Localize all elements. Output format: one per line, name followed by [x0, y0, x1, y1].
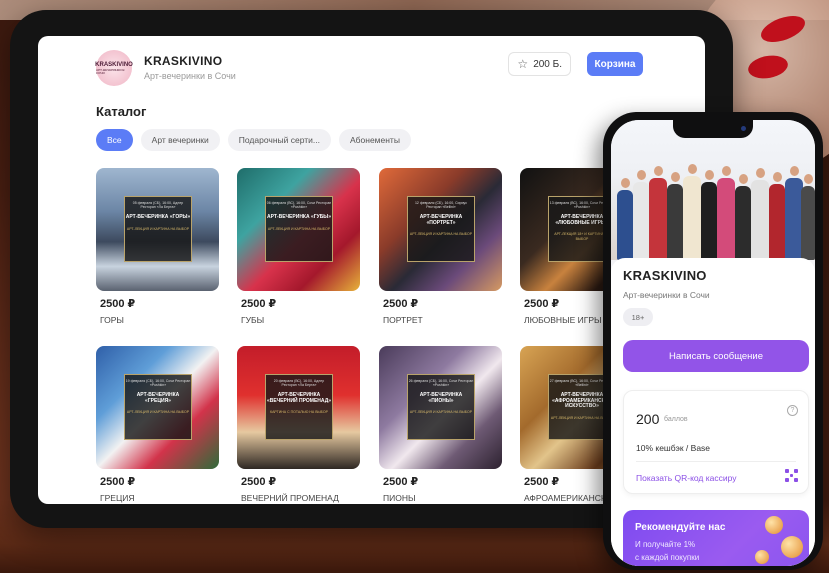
product-price: 2500 ₽ [241, 298, 277, 310]
promo-title: Рекомендуйте нас [635, 522, 726, 533]
product-image[interactable]: 05 февраля (СБ), 16:00, Адлер Ресторан «… [96, 168, 219, 291]
brand-logo[interactable]: KRASKIVINO АРТ-ВЕЧЕРИНКИ В СОЧИ [95, 50, 133, 86]
product-name[interactable]: ГРЕЦИЯ [96, 493, 219, 504]
product-price: 2500 ₽ [383, 298, 419, 310]
product-card[interactable]: 20 февраля (ВС), 16:00, Адлер Ресторан «… [237, 346, 360, 504]
promo-line: И получайте 1% [635, 540, 696, 549]
points-value: 200 [636, 411, 660, 427]
photo-person-head [688, 164, 697, 174]
coin-icon [765, 516, 783, 534]
photo-person-head [671, 172, 680, 182]
photo-person-head [790, 166, 799, 176]
photo-person [683, 176, 701, 260]
product-price: 2500 ₽ [241, 476, 277, 488]
phone-screen: KRASKIVINO Арт-вечеринки в Сочи 18+ Напи… [611, 120, 815, 566]
product-name[interactable]: ГУБЫ [237, 315, 360, 326]
group-photo [611, 120, 815, 260]
event-poster: 05 февраля (СБ), 16:00, Адлер Ресторан «… [124, 196, 192, 262]
coin-icon [781, 536, 803, 558]
qr-code-icon[interactable] [785, 469, 798, 482]
points-button[interactable]: ☆ 200 Б. [508, 52, 571, 76]
referral-promo-banner[interactable]: Рекомендуйте нас И получайте 1% с каждой… [623, 510, 809, 566]
product-image[interactable]: 12 февраля (СБ), 16:00, Сириус Ресторан … [379, 168, 502, 291]
star-icon: ☆ [517, 57, 529, 71]
coin-icon [755, 550, 769, 564]
phone-notch [673, 120, 753, 138]
brand-subtitle: Арт-вечеринки в Сочи [144, 71, 236, 81]
cart-button[interactable]: Корзина [587, 52, 643, 76]
product-image[interactable]: 06 февраля (ВС), 16:00, Сочи Ресторан «P… [237, 168, 360, 291]
filter-art-parties[interactable]: Арт вечеринки [140, 129, 220, 151]
phone-device: KRASKIVINO Арт-вечеринки в Сочи 18+ Напи… [603, 112, 823, 570]
catalog-title: Каталог [96, 104, 147, 119]
photo-person-head [739, 174, 748, 184]
event-poster: 06 февраля (ВС), 16:00, Сочи Ресторан «P… [265, 196, 333, 262]
shop-profile-card: KRASKIVINO Арт-вечеринки в Сочи 18+ Напи… [611, 258, 815, 566]
help-icon[interactable]: ? [787, 405, 798, 416]
shop-title: KRASKIVINO [623, 268, 707, 283]
photo-person-head [804, 174, 813, 184]
camera-icon [741, 126, 746, 131]
photo-person-head [705, 170, 714, 180]
photo-person-head [654, 166, 663, 176]
product-image[interactable]: 20 февраля (ВС), 16:00, Адлер Ресторан «… [237, 346, 360, 469]
shop-subtitle: Арт-вечеринки в Сочи [623, 290, 710, 300]
product-card[interactable]: 06 февраля (ВС), 16:00, Сочи Ресторан «P… [237, 168, 360, 326]
photo-person-head [637, 170, 646, 180]
filter-all[interactable]: Все [96, 129, 133, 151]
points-label: 200 Б. [533, 58, 562, 70]
product-card[interactable]: 26 февраля (СБ), 16:00, Сочи Ресторан «P… [379, 346, 502, 504]
product-name[interactable]: ВЕЧЕРНИЙ ПРОМЕНАД [237, 493, 360, 504]
product-card[interactable]: 19 февраля (СБ), 16:00, Сочи Ресторан «P… [96, 346, 219, 504]
shop-header: KRASKIVINO АРТ-ВЕЧЕРИНКИ В СОЧИ KRASKIVI… [95, 50, 643, 94]
photo-person [801, 186, 815, 260]
product-price: 2500 ₽ [100, 476, 136, 488]
event-poster: 20 февраля (ВС), 16:00, Адлер Ресторан «… [265, 374, 333, 440]
product-price: 2500 ₽ [100, 298, 136, 310]
product-image[interactable]: 19 февраля (СБ), 16:00, Сочи Ресторан «P… [96, 346, 219, 469]
product-name[interactable]: ПИОНЫ [379, 493, 502, 504]
product-name[interactable]: ГОРЫ [96, 315, 219, 326]
product-price: 2500 ₽ [383, 476, 419, 488]
event-poster: 12 февраля (СБ), 16:00, Сириус Ресторан … [407, 196, 475, 262]
photo-person [617, 190, 633, 260]
filter-gift-certificate[interactable]: Подарочный серти... [227, 129, 331, 151]
product-card[interactable]: 05 февраля (СБ), 16:00, Адлер Ресторан «… [96, 168, 219, 326]
cashback-level: 10% кешбэк / Base [636, 443, 711, 453]
filter-subscriptions[interactable]: Абонементы [338, 129, 411, 151]
photo-person-head [722, 166, 731, 176]
category-filters: Все Арт вечеринки Подарочный серти... Аб… [96, 129, 411, 151]
promo-line: с каждой покупки [635, 553, 700, 562]
photo-person [735, 186, 751, 260]
send-message-button[interactable]: Написать сообщение [623, 340, 809, 372]
photo-person [769, 184, 785, 260]
brand-name: KRASKIVINO [144, 54, 223, 68]
photo-person [649, 178, 667, 260]
product-image[interactable]: 26 февраля (СБ), 16:00, Сочи Ресторан «P… [379, 346, 502, 469]
photo-person-head [621, 178, 630, 188]
photo-person [633, 182, 649, 260]
photo-person [667, 184, 683, 260]
product-card[interactable]: 12 февраля (СБ), 16:00, Сириус Ресторан … [379, 168, 502, 326]
photo-person [717, 178, 735, 260]
event-poster: 26 февраля (СБ), 16:00, Сочи Ресторан «P… [407, 374, 475, 440]
product-name[interactable]: ПОРТРЕТ [379, 315, 502, 326]
age-badge: 18+ [623, 308, 653, 326]
photo-person [751, 180, 769, 260]
photo-person-head [756, 168, 765, 178]
show-qr-link[interactable]: Показать QR-код кассиру [636, 473, 737, 483]
points-unit: баллов [664, 416, 688, 423]
photo-person-head [773, 172, 782, 182]
divider [636, 461, 796, 462]
loyalty-points-card: 200 баллов ? 10% кешбэк / Base Показать … [623, 390, 809, 494]
event-poster: 19 февраля (СБ), 16:00, Сочи Ресторан «P… [124, 374, 192, 440]
photo-person [701, 182, 717, 260]
